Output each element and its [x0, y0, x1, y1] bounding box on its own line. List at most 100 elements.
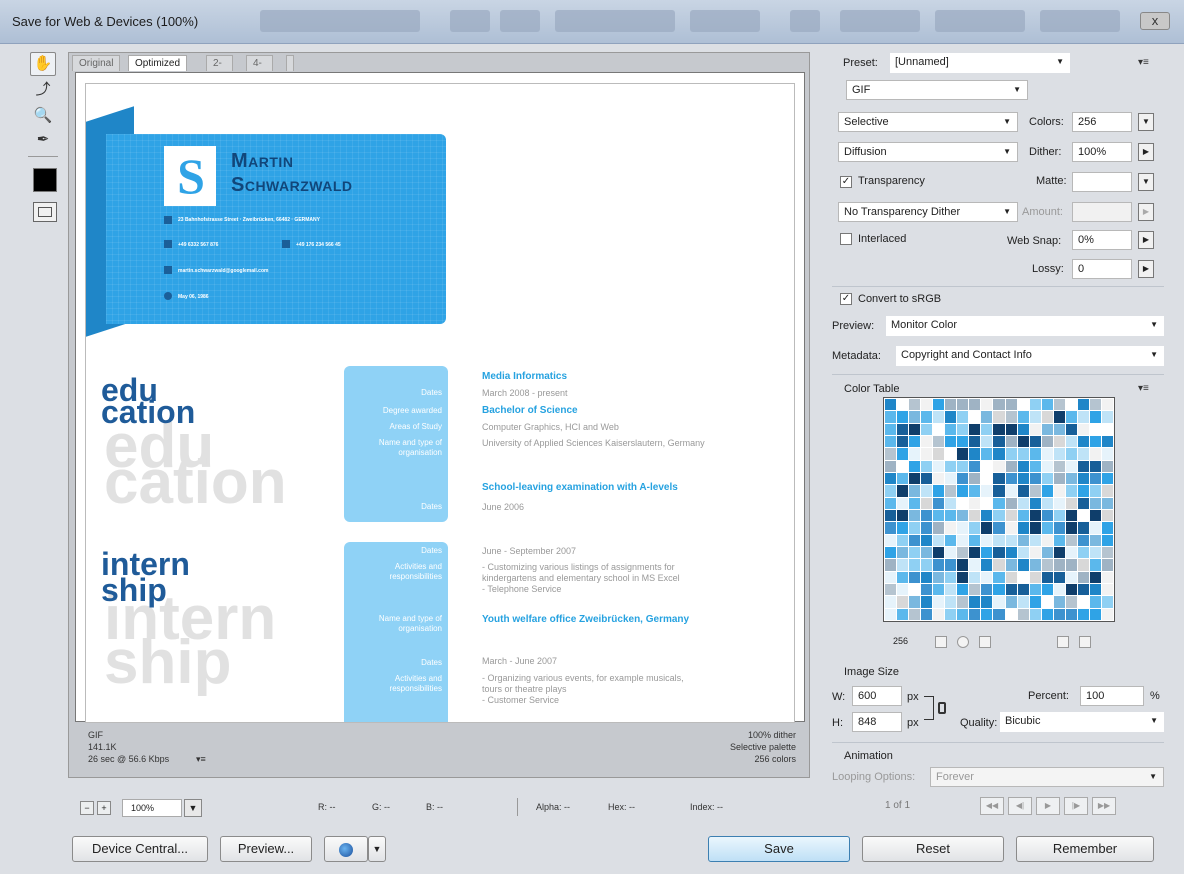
color-swatch[interactable] — [981, 435, 993, 448]
close-button[interactable]: x — [1140, 12, 1170, 30]
new-color-icon[interactable] — [1057, 636, 1069, 648]
color-swatch[interactable] — [885, 522, 897, 534]
color-swatch[interactable] — [1077, 596, 1089, 608]
color-swatch[interactable] — [1005, 596, 1017, 608]
color-swatch[interactable] — [1029, 559, 1041, 571]
color-swatch[interactable] — [885, 559, 897, 571]
color-swatch[interactable] — [1041, 411, 1053, 423]
color-swatch[interactable] — [1089, 534, 1101, 546]
color-swatch[interactable] — [969, 460, 981, 472]
color-swatch[interactable] — [1041, 435, 1053, 448]
color-swatch[interactable] — [1005, 411, 1017, 423]
color-swatch[interactable] — [1005, 485, 1017, 497]
color-swatch[interactable] — [921, 509, 933, 522]
color-swatch[interactable] — [1017, 608, 1029, 620]
color-swatch[interactable] — [1029, 411, 1041, 423]
lossy-dropdown-button[interactable]: ▶ — [1138, 260, 1154, 278]
color-swatch[interactable] — [969, 399, 981, 411]
color-swatch[interactable] — [1029, 497, 1041, 509]
color-swatch[interactable] — [1089, 411, 1101, 423]
color-swatch[interactable] — [897, 583, 909, 596]
browser-preview-icon[interactable] — [324, 836, 368, 862]
percent-field[interactable]: 100 — [1080, 686, 1144, 706]
color-swatch[interactable] — [897, 509, 909, 522]
color-swatch[interactable] — [1065, 485, 1077, 497]
color-swatch[interactable] — [1017, 509, 1029, 522]
color-swatch[interactable] — [945, 460, 957, 472]
color-swatch[interactable] — [1101, 497, 1113, 509]
color-swatch[interactable] — [969, 423, 981, 435]
color-swatch[interactable] — [885, 497, 897, 509]
color-swatch[interactable] — [1077, 423, 1089, 435]
browser-menu-dropdown-button[interactable]: ▼ — [368, 836, 386, 862]
color-swatch[interactable] — [885, 472, 897, 485]
color-swatch[interactable] — [1089, 485, 1101, 497]
color-swatch[interactable] — [1101, 472, 1113, 485]
color-swatch[interactable] — [1077, 460, 1089, 472]
color-swatch[interactable] — [969, 583, 981, 596]
color-swatch[interactable] — [1077, 546, 1089, 559]
zoom-dropdown-button[interactable]: ▼ — [184, 799, 202, 817]
color-swatch[interactable] — [897, 460, 909, 472]
toggle-slices-icon[interactable] — [33, 202, 57, 222]
color-swatch[interactable] — [933, 399, 945, 411]
color-swatch[interactable] — [1065, 448, 1077, 460]
color-swatch[interactable] — [885, 435, 897, 448]
color-swatch[interactable] — [1065, 596, 1077, 608]
color-swatch[interactable] — [1077, 411, 1089, 423]
color-swatch[interactable] — [897, 522, 909, 534]
color-swatch[interactable] — [1077, 472, 1089, 485]
color-swatch[interactable] — [957, 435, 969, 448]
color-swatch[interactable] — [933, 472, 945, 485]
color-swatch[interactable] — [1017, 559, 1029, 571]
color-swatch[interactable] — [885, 571, 897, 583]
color-swatch[interactable] — [957, 423, 969, 435]
height-field[interactable]: 848 — [852, 712, 902, 732]
color-swatch[interactable] — [909, 583, 921, 596]
color-swatch[interactable] — [1065, 608, 1077, 620]
width-field[interactable]: 600 — [852, 686, 902, 706]
color-swatch[interactable] — [1101, 460, 1113, 472]
color-swatch[interactable] — [1005, 399, 1017, 411]
color-swatch[interactable] — [921, 485, 933, 497]
color-swatch[interactable] — [957, 411, 969, 423]
zoom-tool-icon[interactable]: 🔍 — [30, 104, 56, 128]
color-swatch[interactable] — [1089, 608, 1101, 620]
color-swatch[interactable] — [897, 571, 909, 583]
color-swatch[interactable] — [933, 571, 945, 583]
color-swatch[interactable] — [1089, 472, 1101, 485]
lock-color-icon[interactable] — [979, 636, 991, 648]
color-swatch[interactable] — [921, 423, 933, 435]
color-swatch[interactable] — [957, 546, 969, 559]
color-swatch[interactable] — [1101, 509, 1113, 522]
color-swatch[interactable] — [981, 399, 993, 411]
color-swatch[interactable] — [1053, 583, 1065, 596]
color-swatch[interactable] — [1101, 608, 1113, 620]
color-swatch[interactable] — [1065, 497, 1077, 509]
color-swatch[interactable] — [921, 608, 933, 620]
color-swatch[interactable] — [909, 448, 921, 460]
color-swatch[interactable] — [933, 448, 945, 460]
color-swatch[interactable] — [897, 411, 909, 423]
color-swatch[interactable] — [945, 571, 957, 583]
color-swatch[interactable] — [909, 596, 921, 608]
color-swatch[interactable] — [1065, 559, 1077, 571]
metadata-dropdown[interactable]: Copyright and Contact Info — [896, 346, 1164, 366]
color-swatch[interactable] — [981, 411, 993, 423]
color-swatch[interactable] — [1077, 448, 1089, 460]
color-swatch[interactable] — [933, 497, 945, 509]
color-swatch[interactable] — [969, 411, 981, 423]
color-swatch[interactable] — [897, 497, 909, 509]
matte-field[interactable] — [1072, 172, 1132, 192]
color-swatch[interactable] — [1053, 596, 1065, 608]
color-swatch[interactable] — [1005, 522, 1017, 534]
color-swatch[interactable] — [1053, 522, 1065, 534]
color-swatch[interactable] — [885, 460, 897, 472]
color-swatch[interactable] — [921, 460, 933, 472]
color-swatch[interactable] — [1101, 596, 1113, 608]
color-swatch[interactable] — [1101, 435, 1113, 448]
color-swatch[interactable] — [1017, 472, 1029, 485]
color-swatch[interactable] — [921, 522, 933, 534]
color-swatch[interactable] — [993, 485, 1005, 497]
color-swatch[interactable] — [993, 509, 1005, 522]
